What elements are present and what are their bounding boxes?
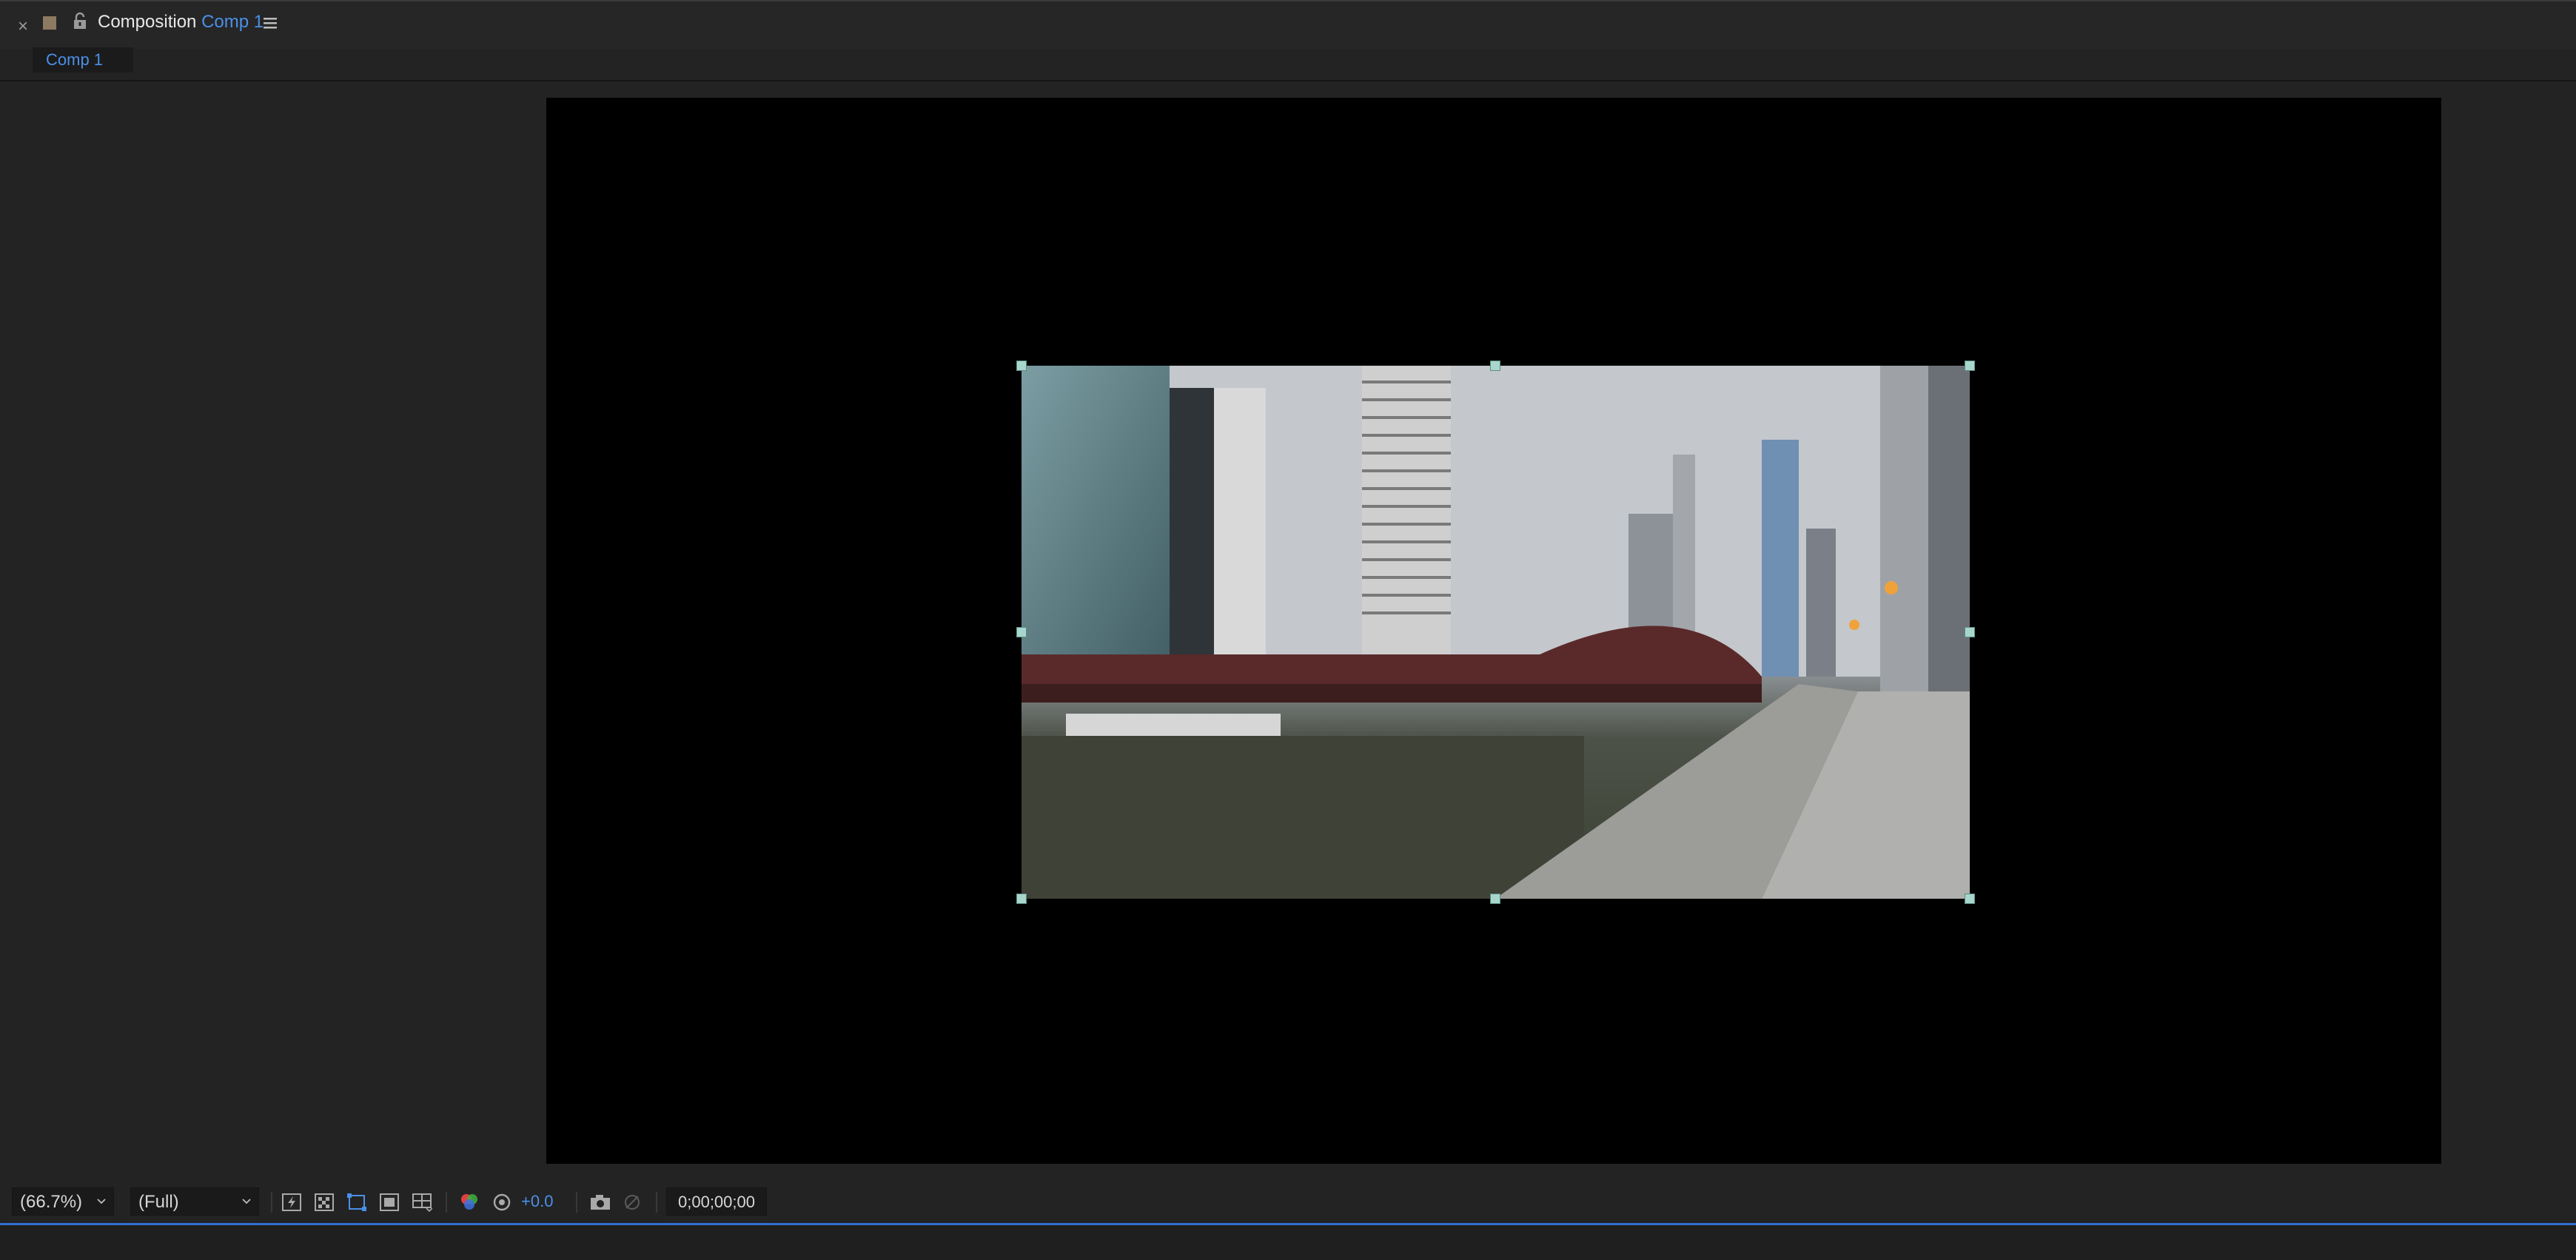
viewer-toolbar: (66.7%) (Full) +0.0 0;00;00;00: [0, 1184, 2576, 1219]
transform-handle-middle-left[interactable]: [1016, 627, 1027, 637]
close-icon[interactable]: ×: [18, 16, 28, 37]
lock-icon[interactable]: [71, 12, 89, 31]
transform-handle-top-left[interactable]: [1016, 361, 1027, 371]
fast-preview-icon[interactable]: [281, 1192, 302, 1213]
transform-handle-bottom-left[interactable]: [1016, 894, 1027, 904]
zoom-value: (66.7%): [20, 1192, 83, 1212]
comp-subtab[interactable]: Comp 1: [33, 47, 133, 73]
chevron-down-icon: [242, 1199, 251, 1204]
transform-handle-middle-right[interactable]: [1965, 627, 1975, 637]
label-swatch-icon[interactable]: [43, 16, 56, 30]
exposure-value[interactable]: +0.0: [521, 1192, 553, 1211]
mask-visibility-icon[interactable]: [379, 1192, 400, 1213]
footage-layer[interactable]: [1022, 366, 1970, 899]
transform-handle-bottom-right[interactable]: [1965, 894, 1975, 904]
toolbar-separator: [446, 1192, 447, 1213]
show-snapshot-icon[interactable]: [622, 1192, 643, 1213]
panel-tab-bar: × Composition Comp 1: [0, 0, 2576, 49]
region-of-interest-icon[interactable]: [346, 1192, 367, 1213]
panel-menu-icon[interactable]: [262, 15, 278, 31]
toolbar-separator: [656, 1192, 657, 1213]
guides-icon[interactable]: [412, 1192, 433, 1213]
transparency-grid-icon[interactable]: [314, 1192, 335, 1213]
lower-panel-strip: [0, 1225, 2576, 1260]
toolbar-separator: [271, 1192, 272, 1213]
resolution-value: (Full): [138, 1192, 179, 1212]
chevron-down-icon: [97, 1199, 106, 1204]
color-channels-icon[interactable]: [459, 1192, 480, 1213]
current-time-display[interactable]: 0;00;00;00: [666, 1187, 767, 1216]
panel-title[interactable]: Composition Comp 1: [98, 12, 264, 33]
transform-handle-top-center[interactable]: [1490, 361, 1500, 371]
panel-title-comp: Comp 1: [201, 12, 264, 32]
composition-panel: × Composition Comp 1 Comp 1 (66.7%) (Ful…: [0, 0, 2576, 1260]
resolution-dropdown[interactable]: (Full): [130, 1187, 259, 1216]
zoom-dropdown[interactable]: (66.7%): [12, 1187, 114, 1216]
snapshot-icon[interactable]: [589, 1192, 610, 1213]
exposure-reset-icon[interactable]: [492, 1192, 512, 1213]
composition-navigator: Comp 1: [0, 47, 2576, 81]
toolbar-separator: [576, 1192, 577, 1213]
transform-handle-top-right[interactable]: [1965, 361, 1975, 371]
footage-image: [1022, 366, 1970, 899]
transform-handle-bottom-center[interactable]: [1490, 894, 1500, 904]
panel-title-prefix: Composition: [98, 12, 197, 32]
